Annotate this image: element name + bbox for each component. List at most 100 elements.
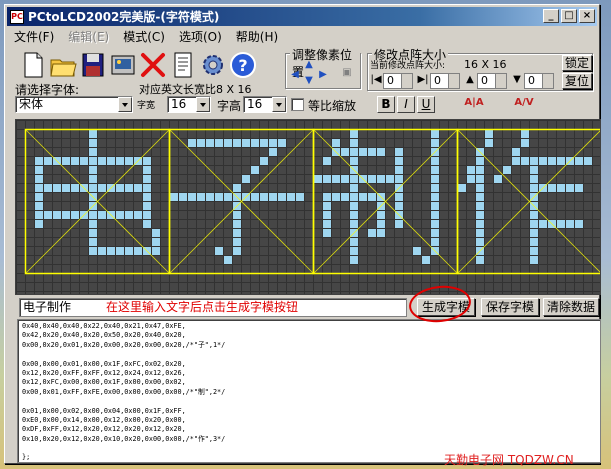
pixel-off[interactable] (377, 139, 385, 147)
pixel-off[interactable] (584, 265, 592, 273)
pixel-off[interactable] (44, 175, 52, 183)
pixel-on[interactable] (521, 139, 529, 147)
pixel-off[interactable] (197, 166, 205, 174)
pixel-off[interactable] (386, 166, 394, 174)
pixel-off[interactable] (269, 121, 277, 129)
pixel-off[interactable] (458, 220, 466, 228)
pixel-off[interactable] (287, 265, 295, 273)
pixel-on[interactable] (476, 220, 484, 228)
pixel-off[interactable] (566, 265, 574, 273)
pixel-on[interactable] (215, 139, 223, 147)
pixel-off[interactable] (323, 121, 331, 129)
pixel-off[interactable] (314, 202, 322, 210)
pixel-off[interactable] (188, 292, 196, 295)
pixel-off[interactable] (251, 220, 259, 228)
pixel-off[interactable] (593, 256, 601, 264)
pixel-off[interactable] (170, 166, 178, 174)
pixel-off[interactable] (215, 157, 223, 165)
pixel-off[interactable] (485, 193, 493, 201)
pixel-off[interactable] (80, 256, 88, 264)
pixel-off[interactable] (332, 202, 340, 210)
pixel-off[interactable] (557, 193, 565, 201)
pixel-off[interactable] (251, 256, 259, 264)
pixel-on[interactable] (431, 202, 439, 210)
pixel-off[interactable] (152, 175, 160, 183)
pixel-off[interactable] (503, 238, 511, 246)
pixel-off[interactable] (206, 283, 214, 291)
pixel-off[interactable] (368, 283, 376, 291)
pixel-off[interactable] (26, 274, 34, 282)
pixel-off[interactable] (458, 238, 466, 246)
pixel-off[interactable] (179, 292, 187, 295)
pixel-on[interactable] (98, 211, 106, 219)
pixel-off[interactable] (377, 283, 385, 291)
pixel-off[interactable] (593, 274, 601, 282)
pixel-off[interactable] (80, 292, 88, 295)
pixel-on[interactable] (431, 130, 439, 138)
pixel-on[interactable] (89, 166, 97, 174)
pixel-off[interactable] (161, 211, 169, 219)
pixel-off[interactable] (161, 184, 169, 192)
pixel-off[interactable] (242, 121, 250, 129)
pixel-off[interactable] (89, 265, 97, 273)
pixel-off[interactable] (305, 256, 313, 264)
pixel-off[interactable] (170, 256, 178, 264)
pixel-off[interactable] (161, 175, 169, 183)
pixel-off[interactable] (368, 274, 376, 282)
pixel-off[interactable] (62, 265, 70, 273)
pixel-off[interactable] (278, 283, 286, 291)
pixel-off[interactable] (422, 139, 430, 147)
pixel-off[interactable] (26, 283, 34, 291)
pixel-off[interactable] (107, 139, 115, 147)
pixel-off[interactable] (296, 274, 304, 282)
pixel-on[interactable] (476, 238, 484, 246)
pixel-off[interactable] (206, 130, 214, 138)
pixel-off[interactable] (17, 229, 25, 237)
pixel-on[interactable] (89, 238, 97, 246)
pixel-off[interactable] (422, 121, 430, 129)
pixel-off[interactable] (107, 274, 115, 282)
pixel-off[interactable] (521, 121, 529, 129)
pixel-off[interactable] (494, 184, 502, 192)
pixel-off[interactable] (269, 175, 277, 183)
height-decrease-icon[interactable]: ▲ (463, 73, 477, 87)
pixel-off[interactable] (413, 202, 421, 210)
pixel-off[interactable] (80, 274, 88, 282)
pixel-off[interactable] (80, 175, 88, 183)
pixel-off[interactable] (377, 121, 385, 129)
pixel-off[interactable] (359, 211, 367, 219)
pixel-off[interactable] (26, 211, 34, 219)
pixel-off[interactable] (188, 202, 196, 210)
pixel-off[interactable] (584, 274, 592, 282)
pixel-on[interactable] (80, 157, 88, 165)
pixel-off[interactable] (458, 202, 466, 210)
pixel-off[interactable] (242, 148, 250, 156)
pixel-off[interactable] (458, 211, 466, 219)
pixel-on[interactable] (566, 220, 574, 228)
pixel-off[interactable] (134, 202, 142, 210)
pixel-off[interactable] (449, 121, 457, 129)
pixel-off[interactable] (467, 184, 475, 192)
pixel-off[interactable] (548, 247, 556, 255)
pixel-off[interactable] (323, 184, 331, 192)
pixel-off[interactable] (458, 256, 466, 264)
pixel-off[interactable] (395, 247, 403, 255)
pixel-off[interactable] (188, 256, 196, 264)
pixel-off[interactable] (521, 175, 529, 183)
pixel-on[interactable] (107, 157, 115, 165)
pixel-off[interactable] (62, 121, 70, 129)
pixel-off[interactable] (89, 121, 97, 129)
pixel-off[interactable] (422, 274, 430, 282)
pixel-off[interactable] (152, 121, 160, 129)
pixel-off[interactable] (287, 274, 295, 282)
pixel-off[interactable] (494, 247, 502, 255)
pixel-off[interactable] (62, 220, 70, 228)
pixel-off[interactable] (458, 247, 466, 255)
pixel-off[interactable] (503, 265, 511, 273)
pixel-off[interactable] (44, 238, 52, 246)
pixel-off[interactable] (314, 184, 322, 192)
pixel-off[interactable] (503, 121, 511, 129)
pixel-off[interactable] (260, 238, 268, 246)
pixel-off[interactable] (251, 121, 259, 129)
pixel-off[interactable] (296, 148, 304, 156)
